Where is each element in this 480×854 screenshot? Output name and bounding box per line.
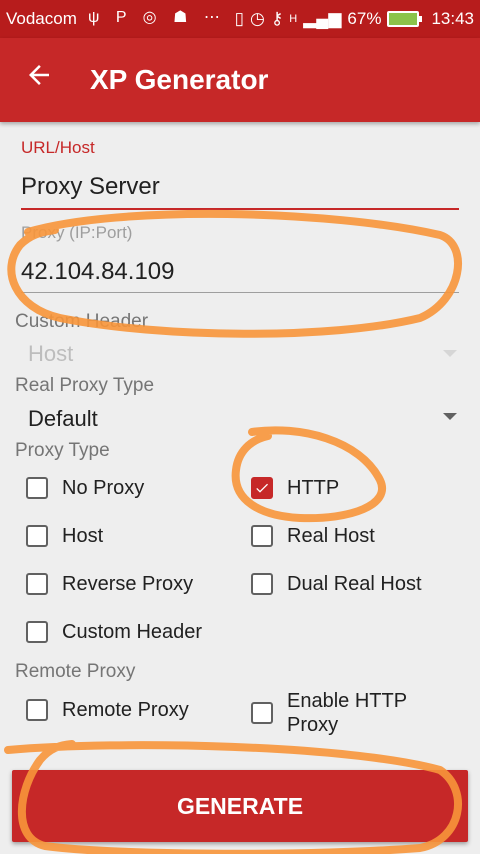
real-proxy-type-label: Real Proxy Type xyxy=(15,375,155,396)
page-title: XP Generator xyxy=(90,64,269,95)
proxy-label: Proxy (IP:Port) xyxy=(21,223,133,242)
notification-icons: ψ P ◎ ☗ ⋯ xyxy=(88,9,226,26)
checkbox-label: Custom Header xyxy=(62,621,203,643)
checkbox-no-proxy[interactable]: No Proxy xyxy=(26,476,144,500)
url-host-underline xyxy=(21,208,459,210)
signal-type: H xyxy=(289,13,298,25)
key-icon: ⚷ xyxy=(270,9,284,28)
proxy-underline xyxy=(21,292,459,293)
annotation-circle-http xyxy=(231,426,386,523)
app-bar: XP Generator xyxy=(0,38,480,122)
checkbox-icon[interactable] xyxy=(26,699,48,721)
status-bar: Vodacom ψ P ◎ ☗ ⋯ ▯ ◷ ⚷ H ▂▄▆ 67% 13:43 xyxy=(0,0,480,38)
custom-header-select[interactable]: Host xyxy=(28,341,73,367)
checkbox-remote-proxy[interactable]: Remote Proxy xyxy=(26,698,189,722)
url-host-label: URL/Host xyxy=(21,138,95,157)
url-host-input[interactable]: Proxy Server xyxy=(21,173,160,201)
checkbox-icon[interactable] xyxy=(251,702,273,724)
checkbox-icon[interactable] xyxy=(26,573,48,595)
real-proxy-type-caret-icon[interactable] xyxy=(443,413,457,420)
checkbox-enable-http-proxy[interactable]: Enable HTTP Proxy xyxy=(251,689,431,737)
clock: 13:43 xyxy=(431,9,474,28)
checkbox-icon[interactable] xyxy=(26,477,48,499)
proxy-input[interactable]: 42.104.84.109 xyxy=(21,258,174,286)
checkbox-label: Enable HTTP Proxy xyxy=(287,690,407,736)
checkbox-label: Host xyxy=(62,525,104,547)
checkbox-checked-icon[interactable] xyxy=(251,477,273,499)
checkbox-dual-real-host[interactable]: Dual Real Host xyxy=(251,572,422,596)
checkbox-http[interactable]: HTTP xyxy=(251,476,339,500)
battery-percent: 67% xyxy=(347,9,382,28)
arrow-back-icon[interactable] xyxy=(24,60,54,97)
custom-header-caret-icon xyxy=(443,350,457,357)
battery-icon xyxy=(387,11,423,27)
vibrate-icon: ▯ xyxy=(234,9,244,28)
carrier-name: Vodacom xyxy=(6,9,77,28)
checkbox-label: Remote Proxy xyxy=(62,699,189,721)
checkbox-icon[interactable] xyxy=(26,525,48,547)
checkbox-icon[interactable] xyxy=(251,525,273,547)
checkbox-custom-header[interactable]: Custom Header xyxy=(26,620,202,644)
checkbox-label: Dual Real Host xyxy=(287,573,422,595)
checkbox-label: No Proxy xyxy=(62,477,145,499)
checkbox-host[interactable]: Host xyxy=(26,524,103,548)
checkbox-reverse-proxy[interactable]: Reverse Proxy xyxy=(26,572,193,596)
custom-header-label: Custom Header xyxy=(15,311,149,332)
checkbox-label: Real Host xyxy=(287,525,375,547)
signal-icon: ▂▄▆ xyxy=(303,9,342,28)
checkbox-label: Reverse Proxy xyxy=(62,573,194,595)
proxy-type-label: Proxy Type xyxy=(15,440,110,461)
generate-button[interactable]: GENERATE xyxy=(12,770,468,842)
status-right: ▯ ◷ ⚷ H ▂▄▆ 67% 13:43 xyxy=(235,9,474,29)
checkbox-real-host[interactable]: Real Host xyxy=(251,524,375,548)
real-proxy-type-select[interactable]: Default xyxy=(28,406,98,432)
checkbox-icon[interactable] xyxy=(251,573,273,595)
alarm-icon: ◷ xyxy=(249,9,265,28)
remote-proxy-section-label: Remote Proxy xyxy=(15,661,136,682)
checkbox-label: HTTP xyxy=(287,477,340,499)
checkbox-icon[interactable] xyxy=(26,621,48,643)
